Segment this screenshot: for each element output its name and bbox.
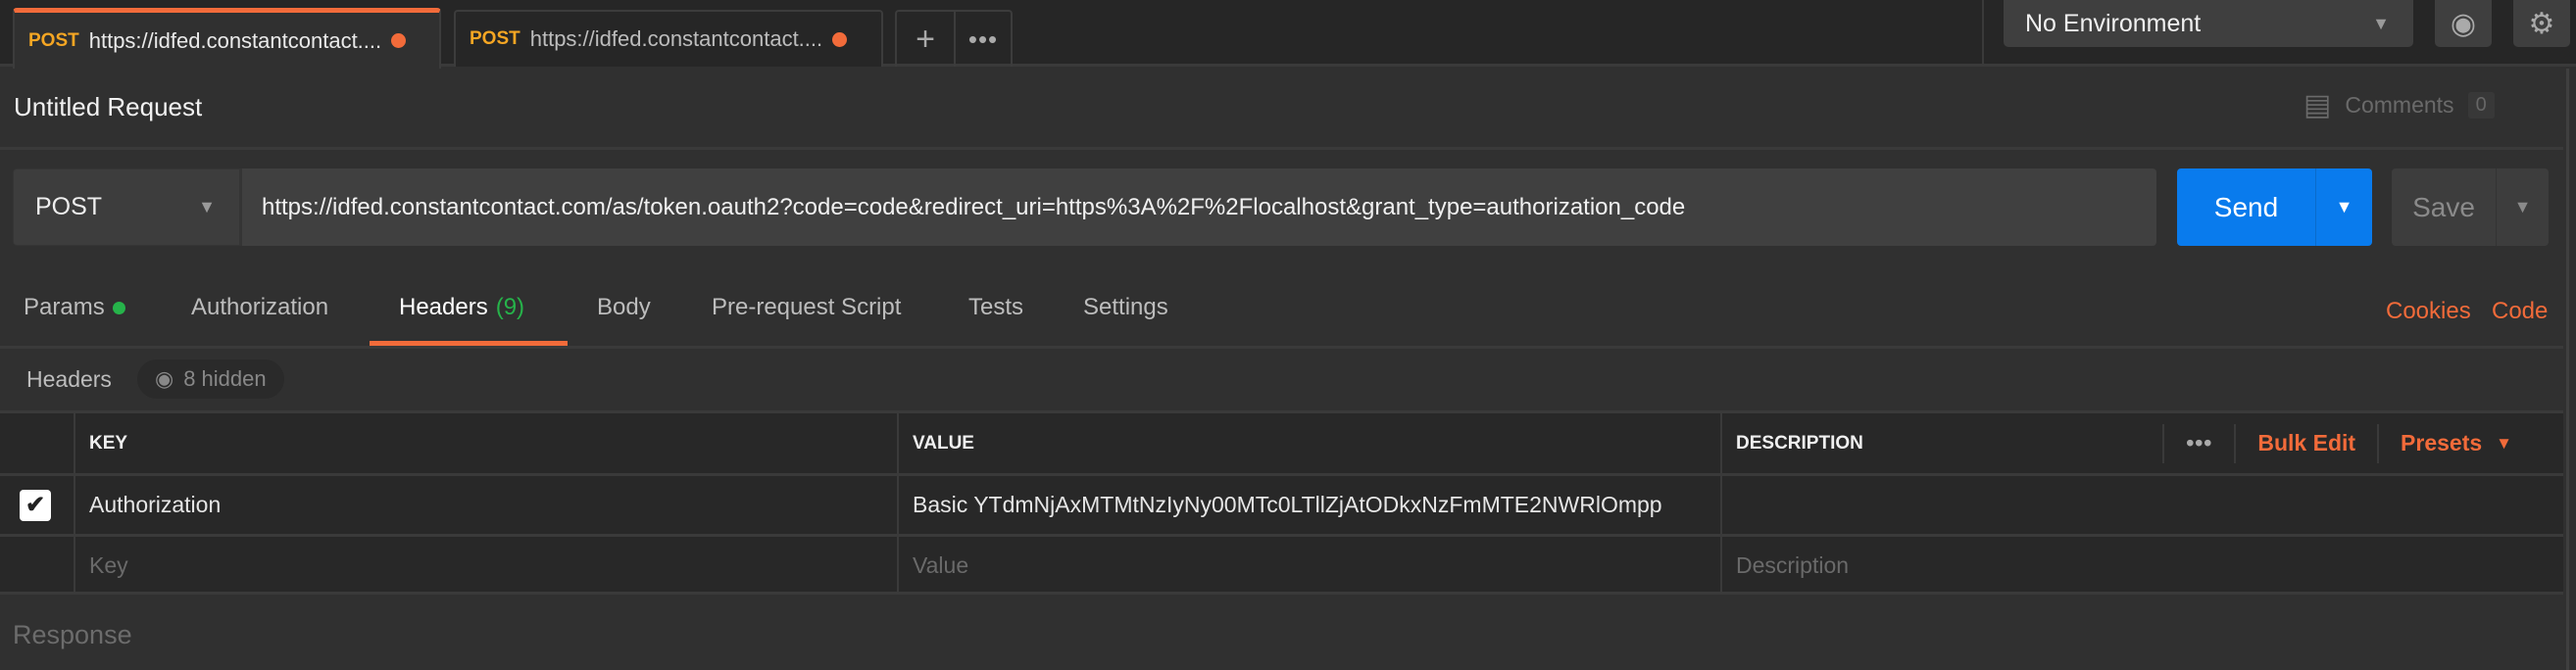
tab-pre-request-script[interactable]: Pre-request Script: [712, 294, 901, 321]
settings-button[interactable]: ⚙: [2513, 0, 2570, 47]
params-active-dot-icon: [112, 301, 125, 314]
headers-table: KEY VALUE DESCRIPTION ••• Bulk Edit Pres…: [0, 410, 2563, 595]
url-input[interactable]: https://idfed.constantcontact.com/as/tok…: [240, 168, 2156, 246]
gear-icon: ⚙: [2528, 7, 2555, 40]
method-value: POST: [35, 193, 103, 220]
key-cell[interactable]: Authorization: [74, 476, 897, 534]
tab-url: https://idfed.constantcontact....: [529, 26, 823, 51]
row-enabled-checkbox[interactable]: ✔: [20, 489, 51, 521]
presets-label: Presets: [2401, 430, 2483, 455]
tab-label: Headers: [399, 294, 488, 320]
new-description-input[interactable]: Description: [1720, 537, 2563, 595]
table-actions: ••• Bulk Edit Presets ▼: [2162, 413, 2534, 473]
request-tab-2[interactable]: POST https://idfed.constantcontact....: [454, 10, 883, 67]
hidden-count: 8 hidden: [183, 366, 267, 391]
headers-section-label: Headers: [26, 366, 112, 392]
eye-icon: ◉: [155, 366, 174, 391]
new-value-input[interactable]: Value: [897, 537, 1720, 595]
send-button[interactable]: Send ▼: [2177, 168, 2372, 246]
tab-authorization[interactable]: Authorization: [191, 294, 328, 321]
comment-icon: ▤: [2304, 89, 2332, 121]
tab-body[interactable]: Body: [597, 294, 651, 321]
divider: [1982, 0, 1984, 67]
tab-label: Settings: [1083, 294, 1168, 320]
response-section-label: Response: [13, 620, 132, 649]
tab-headers[interactable]: Headers (9): [399, 294, 524, 321]
tab-tests[interactable]: Tests: [968, 294, 1023, 321]
bulk-edit-button[interactable]: Bulk Edit: [2234, 423, 2377, 463]
divider: [0, 346, 2563, 349]
column-description: DESCRIPTION ••• Bulk Edit Presets ▼: [1720, 413, 2563, 473]
headers-count: (9): [495, 294, 525, 320]
new-key-input[interactable]: Key: [74, 537, 897, 595]
column-key: KEY: [74, 413, 897, 473]
row-checkbox-cell: ✔: [0, 476, 74, 534]
tab-label: Authorization: [191, 294, 329, 320]
table-row: ✔ Authorization Basic YTdmNjAxMTMtNzIyNy…: [0, 476, 2563, 537]
scrollbar[interactable]: [2566, 69, 2569, 670]
more-ellipsis-icon[interactable]: •••: [2162, 423, 2234, 463]
description-cell[interactable]: [1720, 476, 2563, 534]
save-button[interactable]: Save ▼: [2392, 168, 2549, 246]
chevron-down-icon: ▼: [2372, 13, 2390, 33]
url-value: https://idfed.constantcontact.com/as/tok…: [262, 193, 1686, 220]
request-title[interactable]: Untitled Request: [14, 92, 202, 122]
value-cell[interactable]: Basic YTdmNjAxMTMtNzIyNy00MTc0LTllZjAtOD…: [897, 476, 1720, 534]
tab-label: Body: [597, 294, 651, 320]
comments-label: Comments: [2345, 92, 2454, 118]
tab-method: POST: [470, 28, 520, 49]
tab-label: Pre-request Script: [712, 294, 902, 320]
tab-actions: + •••: [895, 10, 1013, 67]
send-label: Send: [2213, 191, 2279, 222]
tab-label: Tests: [968, 294, 1024, 320]
tab-settings[interactable]: Settings: [1083, 294, 1168, 321]
request-tab-1[interactable]: POST https://idfed.constantcontact....: [13, 8, 441, 69]
table-header-row: KEY VALUE DESCRIPTION ••• Bulk Edit Pres…: [0, 413, 2563, 476]
comments-button[interactable]: ▤ Comments 0: [2304, 88, 2495, 122]
unsaved-dot-icon: [391, 33, 407, 48]
tab-method: POST: [28, 29, 79, 51]
table-row-new: Key Value Description: [0, 537, 2563, 595]
tab-url: https://idfed.constantcontact....: [88, 27, 382, 53]
chevron-down-icon: ▼: [198, 197, 216, 216]
method-select[interactable]: POST ▼: [13, 168, 240, 246]
new-tab-plus-icon[interactable]: +: [897, 12, 954, 67]
chevron-down-icon: ▼: [2496, 433, 2512, 453]
eye-icon: ◉: [2450, 7, 2477, 40]
comments-count: 0: [2467, 92, 2495, 119]
more-tabs-ellipsis-icon[interactable]: •••: [954, 12, 1011, 67]
environment-value: No Environment: [2025, 9, 2202, 37]
save-options-chevron-icon[interactable]: ▼: [2496, 168, 2549, 246]
environment-quick-look-button[interactable]: ◉: [2435, 0, 2492, 47]
code-link[interactable]: Code: [2492, 298, 2548, 325]
tab-label: Params: [24, 294, 105, 320]
column-value: VALUE: [897, 413, 1720, 473]
tab-params[interactable]: Params: [24, 294, 125, 321]
send-options-chevron-icon[interactable]: ▼: [2315, 168, 2372, 246]
environment-select[interactable]: No Environment ▼: [2004, 0, 2413, 47]
column-description-label: DESCRIPTION: [1736, 432, 1863, 454]
presets-dropdown[interactable]: Presets ▼: [2377, 423, 2534, 463]
cookies-link[interactable]: Cookies: [2386, 298, 2471, 325]
unsaved-dot-icon: [832, 31, 848, 47]
divider: [0, 147, 2563, 150]
hidden-headers-toggle[interactable]: ◉ 8 hidden: [137, 359, 284, 399]
save-label: Save: [2412, 191, 2475, 222]
